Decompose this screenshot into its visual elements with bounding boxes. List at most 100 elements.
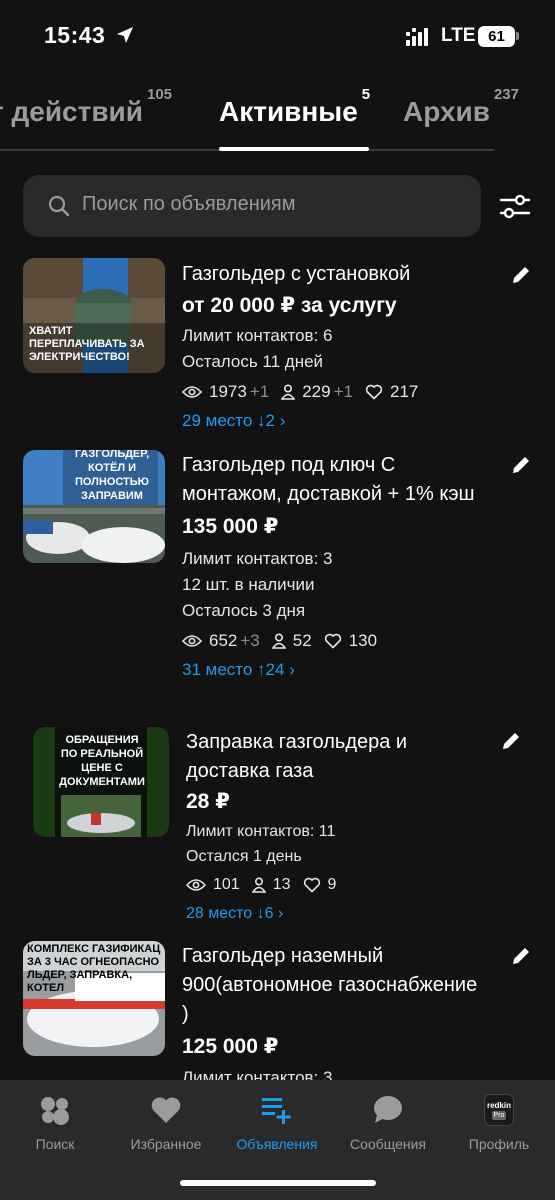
favorites-count: 130 bbox=[348, 631, 378, 650]
tab-actions[interactable]: т действий105 bbox=[0, 86, 172, 128]
network-label: LTE bbox=[441, 25, 476, 46]
listing-thumbnail[interactable]: КОМПЛЕКС ГАЗИФИКАЦ ЗА 3 ЧАС ОГНЕОПАСНО Л… bbox=[23, 941, 165, 1056]
rank-link[interactable]: 28 место ↓6 › bbox=[186, 900, 486, 928]
signal-icon bbox=[406, 28, 428, 46]
eye-icon bbox=[186, 879, 206, 891]
listing-meta: Осталось 3 дня bbox=[182, 601, 306, 620]
contacts-count: 229 bbox=[302, 382, 331, 401]
listing-stats: 1973 +1 229 +1 217 bbox=[182, 377, 482, 407]
home-indicator bbox=[180, 1180, 376, 1186]
listing-thumbnail[interactable]: ГАЗГОЛЬДЕР, КОТЁЛ И ПОЛНОСТЬЮ ЗАПРАВИМ bbox=[23, 450, 165, 563]
favorites-stat: 9 bbox=[303, 876, 337, 894]
edit-pencil-icon[interactable] bbox=[510, 945, 532, 967]
tab-active[interactable]: Активные5 bbox=[219, 86, 370, 128]
chevron-right-icon: › bbox=[289, 660, 295, 679]
filter-sliders-icon[interactable] bbox=[498, 192, 532, 222]
edit-pencil-icon[interactable] bbox=[510, 454, 532, 476]
tab-bar: т действий105 Активные5 Архив237 bbox=[0, 85, 555, 155]
listing-meta: Лимит контактов: 3 bbox=[182, 1068, 333, 1080]
views-stat: 101 bbox=[186, 876, 240, 894]
tab-label: Архив bbox=[403, 96, 490, 127]
avatar-text: redkin bbox=[486, 1100, 511, 1110]
listing-price: от 20 000 ₽ за услугу bbox=[182, 294, 397, 317]
listing-card[interactable]: ОБРАЩЕНИЯ ПО РЕАЛЬНОЙ ЦЕНЕ С ДОКУМЕНТАМИ… bbox=[0, 727, 555, 927]
views-count: 652 bbox=[209, 631, 238, 650]
contacts-stat: 52 bbox=[271, 631, 312, 651]
tab-count: 237 bbox=[493, 85, 519, 103]
tab-label: т действий bbox=[0, 96, 143, 127]
chevron-right-icon: › bbox=[279, 411, 286, 430]
thumbnail-caption: ОБРАЩЕНИЯ ПО РЕАЛЬНОЙ ЦЕНЕ С ДОКУМЕНТАМИ bbox=[59, 734, 145, 788]
status-bar: 15:43 LTE 61 bbox=[0, 0, 555, 72]
status-time: 15:43 bbox=[44, 22, 106, 48]
listing-card[interactable]: ХВАТИТ ПЕРЕПЛАЧИВАТЬ ЗА ЭЛЕКТРИЧЕСТВО! Г… bbox=[0, 258, 555, 438]
favorites-stat: 217 bbox=[365, 382, 418, 402]
listing-price: 125 000 ₽ bbox=[182, 1035, 279, 1058]
rank-text: 28 место ↓6 bbox=[186, 905, 274, 922]
listing-meta: Лимит контактов: 3 bbox=[182, 549, 333, 568]
person-icon bbox=[281, 384, 296, 400]
nav-listings[interactable]: Объявления bbox=[222, 1092, 332, 1152]
listing-info: Газгольдер наземный 900(автономное газос… bbox=[182, 942, 482, 1080]
chat-icon bbox=[374, 1096, 402, 1123]
contacts-count: 52 bbox=[292, 631, 312, 650]
listing-info: Газгольдер с установкой от 20 000 ₽ за у… bbox=[182, 260, 482, 435]
tab-archive[interactable]: Архив237 bbox=[403, 86, 519, 128]
nav-label: Избранное bbox=[130, 1136, 202, 1152]
rank-link[interactable]: 31 место ↑24 › bbox=[182, 656, 482, 684]
edit-pencil-icon[interactable] bbox=[510, 264, 532, 286]
listing-title: Газгольдер наземный 900(автономное газос… bbox=[182, 945, 478, 1025]
battery-tip bbox=[516, 32, 519, 40]
search-icon bbox=[48, 195, 70, 217]
nav-messages[interactable]: Сообщения bbox=[333, 1092, 443, 1152]
views-stat: 652 +3 bbox=[182, 631, 260, 651]
nav-label: Объявления bbox=[236, 1136, 318, 1152]
tab-count: 105 bbox=[146, 85, 173, 103]
person-icon bbox=[251, 877, 266, 893]
views-count: 1973 bbox=[209, 382, 247, 401]
tab-active-indicator bbox=[219, 147, 369, 151]
search-bubbles-icon bbox=[41, 1097, 69, 1125]
listing-stats: 101 13 9 bbox=[186, 870, 486, 900]
nav-search[interactable]: Поиск bbox=[0, 1092, 110, 1152]
battery-icon: 61 bbox=[478, 26, 515, 47]
listing-info: Заправка газгольдера и доставка газа 28 … bbox=[186, 728, 486, 928]
heart-icon bbox=[151, 1097, 181, 1123]
favorites-count: 217 bbox=[389, 382, 419, 401]
views-count: 101 bbox=[213, 876, 240, 893]
views-stat: 1973 +1 bbox=[182, 382, 269, 402]
listing-meta: Осталось 11 дней bbox=[182, 352, 324, 371]
nav-label: Сообщения bbox=[350, 1136, 426, 1152]
edit-pencil-icon[interactable] bbox=[500, 730, 522, 752]
eye-icon bbox=[182, 386, 202, 398]
listing-price: 135 000 ₽ bbox=[182, 515, 279, 538]
thumbnail-caption: КОМПЛЕКС ГАЗИФИКАЦ ЗА 3 ЧАС ОГНЕОПАСНО Л… bbox=[27, 943, 161, 994]
listing-thumbnail[interactable]: ХВАТИТ ПЕРЕПЛАЧИВАТЬ ЗА ЭЛЕКТРИЧЕСТВО! bbox=[23, 258, 165, 373]
listings-add-icon bbox=[262, 1098, 291, 1124]
eye-icon bbox=[182, 635, 202, 647]
listing-card[interactable]: ГАЗГОЛЬДЕР, КОТЁЛ И ПОЛНОСТЬЮ ЗАПРАВИМ Г… bbox=[0, 450, 555, 705]
listing-meta: Остался 1 день bbox=[186, 848, 302, 865]
nav-profile[interactable]: redkin Pro Профиль bbox=[444, 1092, 554, 1152]
thumbnail-caption: ГАЗГОЛЬДЕР, КОТЁЛ И ПОЛНОСТЬЮ ЗАПРАВИМ bbox=[74, 450, 150, 502]
listing-title: Газгольдер под ключ С монтажом, доставко… bbox=[182, 454, 475, 505]
heart-outline-icon bbox=[365, 384, 383, 400]
thumbnail-caption: ХВАТИТ ПЕРЕПЛАЧИВАТЬ ЗА ЭЛЕКТРИЧЕСТВО! bbox=[29, 325, 145, 363]
contacts-count: 13 bbox=[272, 876, 291, 893]
views-delta: +3 bbox=[240, 631, 260, 650]
rank-text: 29 место ↓2 bbox=[182, 411, 276, 430]
contacts-stat: 13 bbox=[251, 876, 291, 894]
listing-title: Газгольдер с установкой bbox=[182, 263, 411, 285]
contacts-stat: 229 +1 bbox=[281, 382, 353, 402]
avatar-badge: Pro bbox=[491, 1110, 507, 1120]
search-input[interactable]: Поиск по объявлениям bbox=[23, 175, 481, 237]
rank-link[interactable]: 29 место ↓2 › bbox=[182, 407, 482, 435]
listing-thumbnail[interactable]: ОБРАЩЕНИЯ ПО РЕАЛЬНОЙ ЦЕНЕ С ДОКУМЕНТАМИ bbox=[33, 727, 169, 837]
person-icon bbox=[271, 633, 286, 649]
favorites-count: 9 bbox=[327, 876, 337, 893]
search-placeholder: Поиск по объявлениям bbox=[82, 193, 296, 215]
nav-favorites[interactable]: Избранное bbox=[111, 1092, 221, 1152]
location-arrow-icon bbox=[117, 27, 133, 43]
listing-card[interactable]: КОМПЛЕКС ГАЗИФИКАЦ ЗА 3 ЧАС ОГНЕОПАСНО Л… bbox=[0, 941, 555, 1080]
tab-count: 5 bbox=[361, 85, 371, 103]
